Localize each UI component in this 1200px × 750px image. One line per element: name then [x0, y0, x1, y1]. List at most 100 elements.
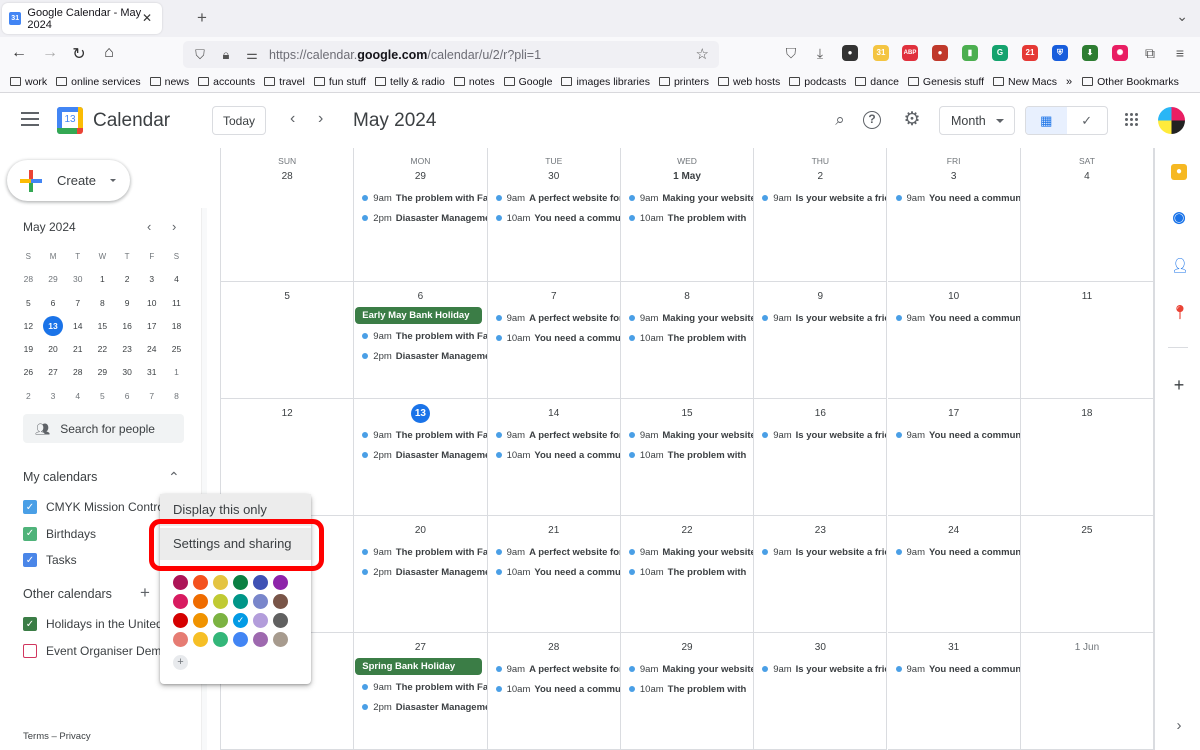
day-cell[interactable]: 30 9amIs your website a friend	[754, 633, 888, 750]
mini-day[interactable]: 2	[16, 385, 41, 408]
mini-day[interactable]: 5	[90, 385, 115, 408]
day-cell[interactable]: 15 9am Making your website 10am The problem …	[620, 399, 755, 516]
color-swatch[interactable]	[273, 632, 288, 647]
mini-day[interactable]: 9	[115, 292, 140, 315]
calendar-event[interactable]: 10am The problem with	[621, 208, 753, 228]
color-swatch[interactable]	[273, 613, 288, 628]
mini-day[interactable]: 2	[115, 268, 140, 291]
calendar-event[interactable]: 9am A perfect website for	[488, 308, 620, 328]
add-custom-color-icon[interactable]: +	[173, 655, 188, 670]
bookmark-folder[interactable]: printers	[658, 76, 709, 88]
day-number[interactable]: 18	[1021, 407, 1153, 421]
bookmarks-overflow-icon[interactable]: »	[1066, 76, 1072, 88]
bookmark-folder[interactable]: fun stuff	[313, 76, 366, 88]
bookmark-folder[interactable]: podcasts	[789, 76, 846, 88]
bookmark-folder[interactable]: images libraries	[561, 76, 650, 88]
mini-day[interactable]: 30	[115, 361, 140, 384]
day-number[interactable]: 6	[354, 290, 486, 304]
day-number[interactable]: 2	[754, 170, 886, 184]
color-swatch[interactable]	[173, 632, 188, 647]
forward-icon[interactable]: →	[40, 44, 60, 62]
bookmark-folder[interactable]: online services	[56, 76, 141, 88]
calendar-event[interactable]: 9am A perfect website for	[488, 425, 620, 445]
calendar-event[interactable]: 9amThe problem with Facebook	[354, 188, 487, 208]
calendar-event[interactable]: 9amYou need a community	[888, 659, 1020, 679]
day-number[interactable]: 16	[754, 407, 886, 421]
calendar-list-item[interactable]: ✓ CMYK Mission Control	[23, 500, 163, 514]
color-swatch[interactable]	[213, 594, 228, 609]
mini-day[interactable]: 28	[16, 268, 41, 291]
calendar-event[interactable]: 9am A perfect website for	[488, 188, 620, 208]
adblock-icon[interactable]: ABP	[902, 45, 918, 61]
day-cell[interactable]: 6 Early May Bank Holiday 9am The problem wi…	[354, 282, 488, 399]
calendar-event[interactable]: 10amYou need a community	[488, 328, 620, 348]
day-cell[interactable]: 29 9am Making your website 10am The problem …	[620, 633, 755, 750]
calendar-event[interactable]: 9am Making your website	[621, 542, 753, 562]
mini-day[interactable]: 23	[115, 338, 140, 361]
mini-day[interactable]: 1	[164, 361, 189, 384]
day-cell[interactable]: 139amThe problem with Facebook2pmDiasast…	[354, 399, 488, 516]
tasks-icon[interactable]: ◉	[1171, 210, 1187, 226]
color-swatch[interactable]	[273, 575, 288, 590]
day-number[interactable]: 1 Jun	[1021, 641, 1153, 655]
calendar-list-item[interactable]: ✓ Birthdays	[23, 526, 163, 541]
calendar-event[interactable]: 9am Making your website	[621, 308, 753, 328]
tasks-view-icon[interactable]: ✓	[1067, 107, 1108, 134]
holiday-event[interactable]: Early May Bank Holiday	[355, 307, 482, 324]
mini-next-icon[interactable]: ›	[172, 219, 176, 234]
day-number[interactable]: 5	[221, 290, 353, 304]
calendar-list-item[interactable]: ✓ Holidays in the United Kingdom	[23, 617, 163, 631]
bookmark-star-icon[interactable]: ☆	[696, 45, 709, 63]
mini-day[interactable]: 19	[16, 338, 41, 361]
day-number[interactable]: 8	[621, 290, 753, 304]
new-tab-icon[interactable]: +	[197, 8, 207, 28]
day-cell[interactable]: FRI 3 9amYou need a community	[887, 148, 1021, 282]
day-number[interactable]: 15	[621, 407, 753, 421]
colorwheel-icon[interactable]: ✺	[1112, 45, 1128, 61]
mini-day[interactable]: 7	[65, 292, 90, 315]
day-number[interactable]: 10	[888, 290, 1020, 304]
day-cell[interactable]: 24 9amYou need a community	[887, 516, 1021, 633]
color-swatch[interactable]	[253, 632, 268, 647]
mini-day[interactable]: 21	[65, 338, 90, 361]
maps-icon[interactable]: 📍︎	[1171, 304, 1189, 320]
shield-icon[interactable]: ⛉	[191, 47, 209, 63]
create-button[interactable]: Create	[7, 160, 130, 201]
calendar-event[interactable]: 9amIs your website a friend	[754, 188, 886, 208]
mini-day[interactable]: 1	[90, 268, 115, 291]
home-icon[interactable]: ⌂	[99, 44, 119, 62]
gear-icon[interactable]: ⚙	[901, 108, 923, 131]
day-cell[interactable]: 14 9am A perfect website for 10am You need a…	[487, 399, 621, 516]
calendar-event[interactable]: 9am Making your website	[621, 188, 753, 208]
color-swatch[interactable]	[273, 594, 288, 609]
day-number[interactable]: 30	[488, 170, 620, 184]
mini-day[interactable]: 29	[41, 268, 66, 291]
calendar-list-item[interactable]: Event Organiser Demo	[23, 643, 163, 658]
avatar[interactable]	[1158, 107, 1185, 134]
day-number[interactable]: 23	[754, 524, 886, 538]
green-arrow-icon[interactable]: ⬇	[1082, 45, 1098, 61]
mini-day[interactable]: 6	[41, 292, 66, 315]
day-number[interactable]: 4	[1021, 170, 1153, 184]
bookmark-folder[interactable]: news	[149, 76, 189, 88]
help-icon[interactable]: ?	[863, 111, 881, 129]
color-swatch[interactable]	[233, 594, 248, 609]
mini-day[interactable]: 7	[139, 385, 164, 408]
url-bar[interactable]: ⛉ 🔒︎ ⚌ https://calendar.google.com/calen…	[183, 41, 719, 68]
calendar-event[interactable]: 2pmDiasaster Management	[354, 697, 487, 717]
day-number[interactable]: 11	[1021, 290, 1153, 304]
day-number[interactable]: 24	[888, 524, 1020, 538]
day-cell[interactable]: 9 9amIs your website a friend	[754, 282, 888, 399]
day-number[interactable]: 20	[354, 524, 486, 538]
calendar-event[interactable]: 9amYou need a community	[888, 425, 1020, 445]
mini-day[interactable]: 25	[164, 338, 189, 361]
calendar-event[interactable]: 9amIs your website a friend	[754, 542, 886, 562]
mini-day[interactable]: 17	[139, 315, 164, 338]
menu-icon[interactable]: ≡	[1172, 45, 1188, 61]
day-number[interactable]: 25	[1021, 524, 1153, 538]
close-tab-icon[interactable]: ✕	[142, 11, 152, 25]
keep-icon[interactable]: ●	[1171, 164, 1187, 180]
day-number[interactable]: 27	[354, 641, 486, 655]
color-swatch[interactable]	[213, 575, 228, 590]
display-this-only-item[interactable]: Display this only	[160, 494, 311, 526]
